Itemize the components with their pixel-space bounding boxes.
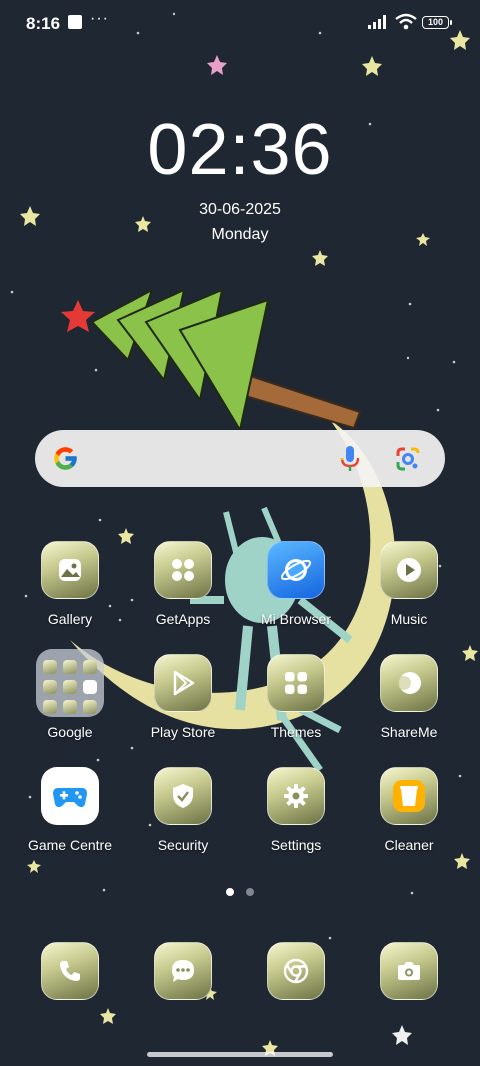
app-cleaner[interactable]: Cleaner: [353, 767, 465, 853]
shareme-icon: [380, 654, 438, 712]
status-time: 8:16: [26, 14, 61, 33]
white-star: [392, 1025, 412, 1045]
security-icon: [154, 767, 212, 825]
battery-tip: [450, 20, 452, 25]
dock-phone[interactable]: [41, 942, 99, 1000]
page-indicator[interactable]: [0, 883, 480, 901]
gallery-icon: [41, 541, 99, 599]
tree-star: [61, 300, 95, 332]
notification-square-icon: [68, 15, 82, 29]
home-gesture-bar[interactable]: [147, 1052, 333, 1057]
dock-chrome[interactable]: [267, 942, 325, 1000]
game-centre-icon: [41, 767, 99, 825]
app-label-security: Security: [157, 837, 209, 853]
clock-widget-time[interactable]: 02:36: [0, 114, 480, 186]
app-shareme[interactable]: ShareMe: [353, 654, 465, 740]
app-label-google: Google: [47, 724, 93, 740]
getapps-icon: [154, 541, 212, 599]
camera-icon: [380, 942, 438, 1000]
dock-messages[interactable]: [154, 942, 212, 1000]
app-label-gallery: Gallery: [47, 611, 93, 627]
app-label-game-centre: Game Centre: [27, 837, 113, 853]
app-mi-browser[interactable]: Mi Browser: [240, 541, 352, 627]
battery-icon: 100: [422, 16, 449, 29]
app-play-store[interactable]: Play Store: [127, 654, 239, 740]
page-dot-1[interactable]: [226, 888, 234, 896]
music-icon: [380, 541, 438, 599]
phone-icon: [41, 942, 99, 1000]
themes-icon: [267, 654, 325, 712]
google-logo-icon: [54, 447, 77, 470]
clock-widget-date: 30-06-2025: [199, 201, 281, 218]
google-folder-icon: [36, 649, 104, 717]
app-label-music: Music: [390, 611, 428, 627]
app-label-play-store: Play Store: [150, 724, 216, 740]
google-lens-icon[interactable]: [395, 446, 421, 472]
wifi-icon: [395, 13, 417, 30]
app-label-shareme: ShareMe: [380, 724, 438, 740]
app-label-themes: Themes: [270, 724, 322, 740]
app-label-mi-browser: Mi Browser: [260, 611, 331, 627]
app-settings[interactable]: Settings: [240, 767, 352, 853]
dock-camera[interactable]: [380, 942, 438, 1000]
app-label-cleaner: Cleaner: [384, 837, 434, 853]
chrome-icon: [267, 942, 325, 1000]
messages-icon: [154, 942, 212, 1000]
settings-gear-icon: [267, 767, 325, 825]
christmas-tree: [90, 287, 270, 433]
google-search-bar[interactable]: [35, 430, 445, 487]
app-label-getapps: GetApps: [155, 611, 211, 627]
status-bar: 8:16 ··· 100: [0, 0, 480, 48]
app-security[interactable]: Security: [127, 767, 239, 853]
microphone-icon[interactable]: [340, 445, 360, 473]
play-store-icon: [154, 654, 212, 712]
more-notifications-icon: ···: [90, 10, 109, 27]
app-folder-google[interactable]: Google: [14, 649, 126, 740]
clock-widget-day: Monday: [211, 226, 269, 243]
pink-star: [207, 55, 227, 75]
mi-browser-icon: [267, 541, 325, 599]
app-themes[interactable]: Themes: [240, 654, 352, 740]
app-gallery[interactable]: Gallery: [14, 541, 126, 627]
app-game-centre[interactable]: Game Centre: [14, 767, 126, 853]
app-getapps[interactable]: GetApps: [127, 541, 239, 627]
app-music[interactable]: Music: [353, 541, 465, 627]
app-label-settings: Settings: [270, 837, 322, 853]
page-dot-2[interactable]: [246, 888, 254, 896]
cleaner-icon: [380, 767, 438, 825]
cellular-signal-icon: [368, 15, 386, 29]
